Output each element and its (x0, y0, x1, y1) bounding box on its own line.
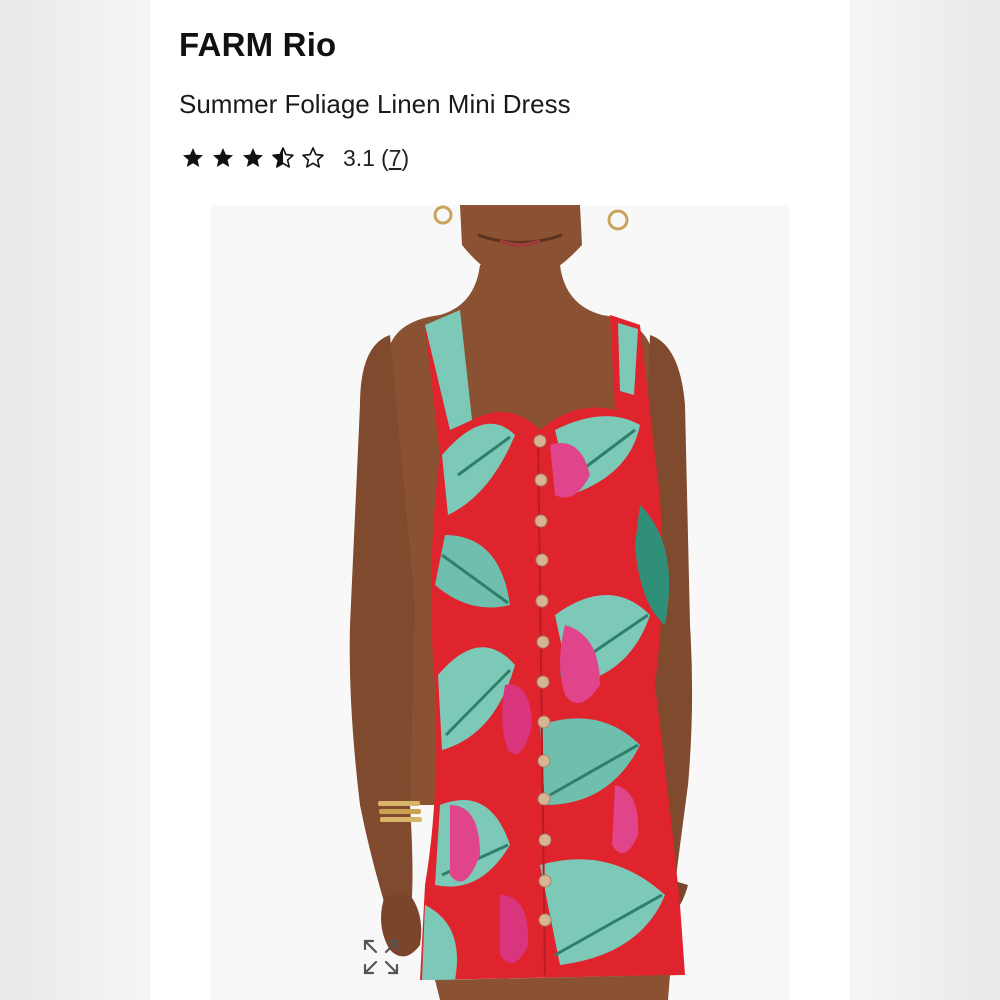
model-photo (210, 205, 790, 1000)
review-count: 7 (388, 144, 402, 171)
star-filled-icon (213, 148, 233, 167)
product-image[interactable] (210, 205, 790, 1000)
review-count-link[interactable]: (7) (381, 145, 409, 172)
star-filled-icon (183, 148, 203, 167)
background-left (0, 0, 150, 1000)
rating-stars (181, 146, 325, 170)
star-half-icon (272, 147, 294, 168)
star-filled-icon (243, 148, 263, 167)
expand-icon[interactable] (361, 937, 401, 977)
rating[interactable]: 3.1 (7) (181, 143, 409, 173)
star-outline-icon (302, 147, 324, 168)
brand-name[interactable]: FARM Rio (179, 26, 336, 64)
product-title: Summer Foliage Linen Mini Dress (179, 89, 571, 119)
product-card: FARM Rio Summer Foliage Linen Mini Dress… (150, 0, 850, 1000)
background-right (850, 0, 1000, 1000)
rating-value: 3.1 (343, 144, 375, 171)
